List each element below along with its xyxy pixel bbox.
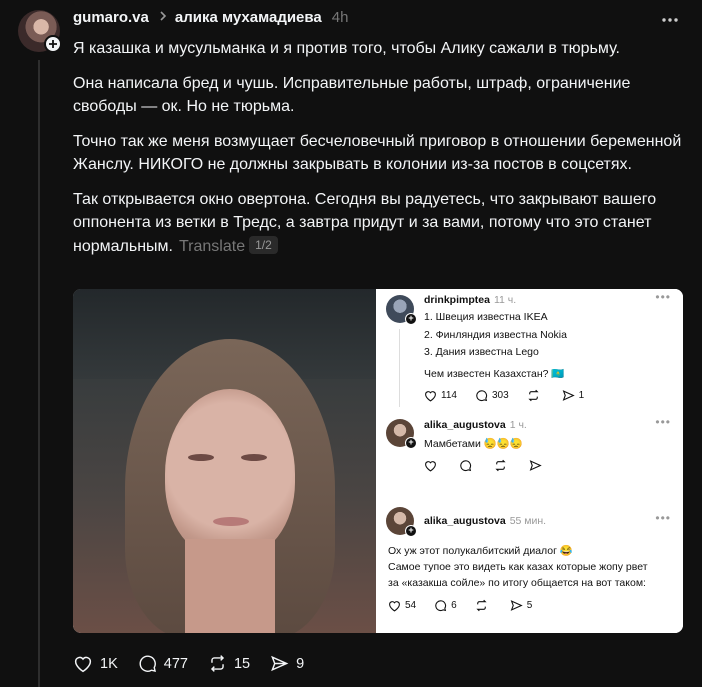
shot-like-count: 114 xyxy=(441,390,457,401)
shot-comment-count: 6 xyxy=(451,600,457,611)
shot-comment-count: 303 xyxy=(491,390,509,401)
share-button[interactable]: 9 xyxy=(270,654,304,673)
shot-share-count: 5 xyxy=(526,600,533,611)
post-header: gumaro.va алика мухамадиева 4h xyxy=(73,9,348,26)
shot-line: Самое тупое это видеть как казах которые… xyxy=(388,561,648,573)
page-indicator: 1/2 xyxy=(249,235,278,254)
post-paragraph-last: Так открывается окно овертона. Сегодня в… xyxy=(73,188,685,259)
post-media[interactable]: + drinkpimptea 11 ч. ••• 1. Швеция извест… xyxy=(73,289,683,633)
plus-icon: + xyxy=(405,525,417,537)
shot-actions: 54 6 5 xyxy=(388,599,550,612)
shot-username: alika_augustova 55 мин. xyxy=(424,515,547,527)
thread-line xyxy=(38,60,40,687)
shot-line: за «казакша сойле» по итогу общается на … xyxy=(388,577,646,589)
post-paragraph: Я казашка и мусульманка и я против того,… xyxy=(73,40,620,57)
repost-icon xyxy=(210,655,225,672)
post-paragraph: Она написала бред и чушь. Исправительные… xyxy=(73,74,631,116)
share-icon xyxy=(271,655,289,672)
like-button[interactable]: 1K xyxy=(73,655,118,673)
author-username[interactable]: gumaro.va xyxy=(73,9,149,26)
shot-username: drinkpimptea 11 ч. xyxy=(424,294,517,306)
shot-more-icon: ••• xyxy=(655,290,671,304)
like-count: 1K xyxy=(100,655,118,672)
post-paragraph: Точно так же меня возмущает бесчеловечны… xyxy=(73,132,682,174)
repost-count: 15 xyxy=(233,655,251,672)
follow-plus-icon[interactable] xyxy=(44,35,62,53)
shot-actions: 114 303 1 xyxy=(424,389,602,402)
comment-count: 477 xyxy=(163,655,188,672)
translate-link[interactable]: Translate xyxy=(179,238,245,255)
shot-line: 2. Финляндия известна Nokia xyxy=(424,329,567,341)
shot-actions xyxy=(424,459,564,472)
shot-like-count: 54 xyxy=(405,600,417,611)
post-body: Я казашка и мусульманка и я против того,… xyxy=(73,37,685,269)
shot-line: Ох уж этот полукалбитский диалог 😂 xyxy=(388,545,573,557)
heart-icon xyxy=(74,656,92,672)
plus-icon: + xyxy=(405,313,417,325)
shot-more-icon: ••• xyxy=(655,415,671,429)
reply-to-username[interactable]: алика мухамадиева xyxy=(175,9,322,26)
shot-line: Чем известен Казахстан? 🇰🇿 xyxy=(424,368,565,380)
shot-more-icon: ••• xyxy=(655,511,671,525)
post-actions: 1K 477 15 9 xyxy=(73,654,324,673)
post-paragraph: Так открывается окно овертона. Сегодня в… xyxy=(73,190,657,255)
plus-icon: + xyxy=(405,437,417,449)
post-time: 4h xyxy=(331,9,349,26)
shot-share-count: 1 xyxy=(578,390,585,401)
comment-icon xyxy=(139,655,156,672)
more-options-icon[interactable] xyxy=(660,10,680,30)
shot-line: 1. Швеция известна IKEA xyxy=(424,311,548,323)
shot-username: alika_augustova 1 ч. xyxy=(424,419,527,431)
repost-button[interactable]: 15 xyxy=(208,654,250,673)
share-count: 9 xyxy=(296,655,305,672)
shot-line: 3. Дания известна Lego xyxy=(424,346,539,358)
threads-screenshot: + drinkpimptea 11 ч. ••• 1. Швеция извест… xyxy=(376,289,683,633)
reply-chevron-icon xyxy=(159,9,167,26)
comment-button[interactable]: 477 xyxy=(138,654,188,673)
photo-woman xyxy=(73,289,376,633)
shot-line: Мамбетами 😓😓😓 xyxy=(424,438,523,450)
